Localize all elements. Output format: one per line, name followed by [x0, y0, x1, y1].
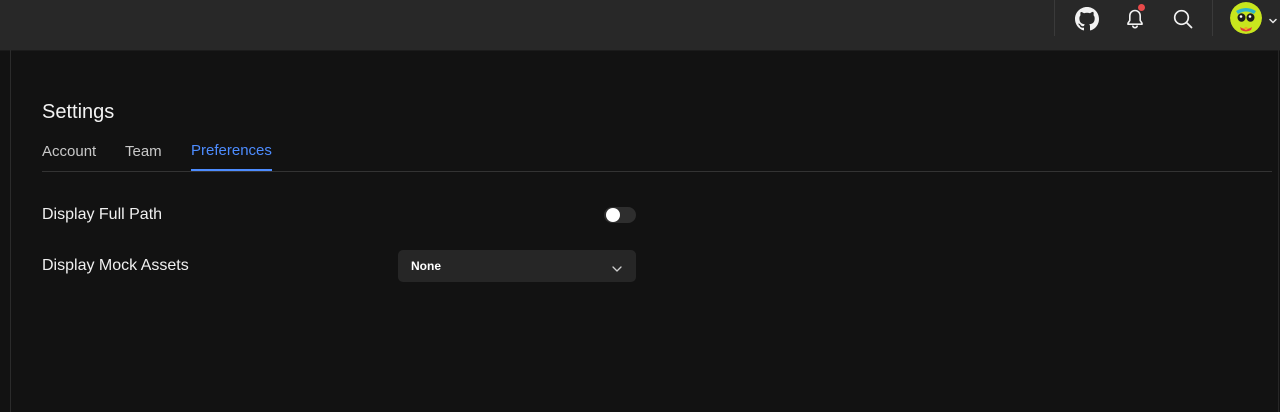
top-bar [0, 0, 1280, 51]
content-edge [1278, 50, 1279, 412]
display-full-path-label: Display Full Path [42, 206, 163, 223]
display-mock-assets-select[interactable]: None [398, 250, 636, 282]
topbar-divider [1212, 0, 1213, 36]
chevron-down-icon[interactable] [1268, 13, 1278, 24]
display-full-path-toggle[interactable] [604, 207, 636, 223]
settings-tabs: Account Team Preferences [42, 142, 1272, 172]
chevron-down-icon [611, 261, 623, 272]
notification-badge [1137, 3, 1146, 12]
topbar-divider [1054, 0, 1055, 36]
display-mock-assets-label: Display Mock Assets [42, 257, 189, 274]
bell-icon[interactable] [1123, 3, 1147, 31]
tab-preferences[interactable]: Preferences [191, 141, 272, 171]
sidebar-divider [10, 50, 11, 412]
github-icon[interactable] [1075, 7, 1099, 31]
page-title: Settings [42, 101, 115, 123]
select-value: None [411, 259, 441, 273]
avatar[interactable] [1230, 2, 1262, 34]
tab-account[interactable]: Account [42, 142, 96, 170]
search-icon[interactable] [1171, 7, 1195, 31]
toggle-knob [606, 208, 620, 222]
tab-team[interactable]: Team [125, 142, 162, 170]
